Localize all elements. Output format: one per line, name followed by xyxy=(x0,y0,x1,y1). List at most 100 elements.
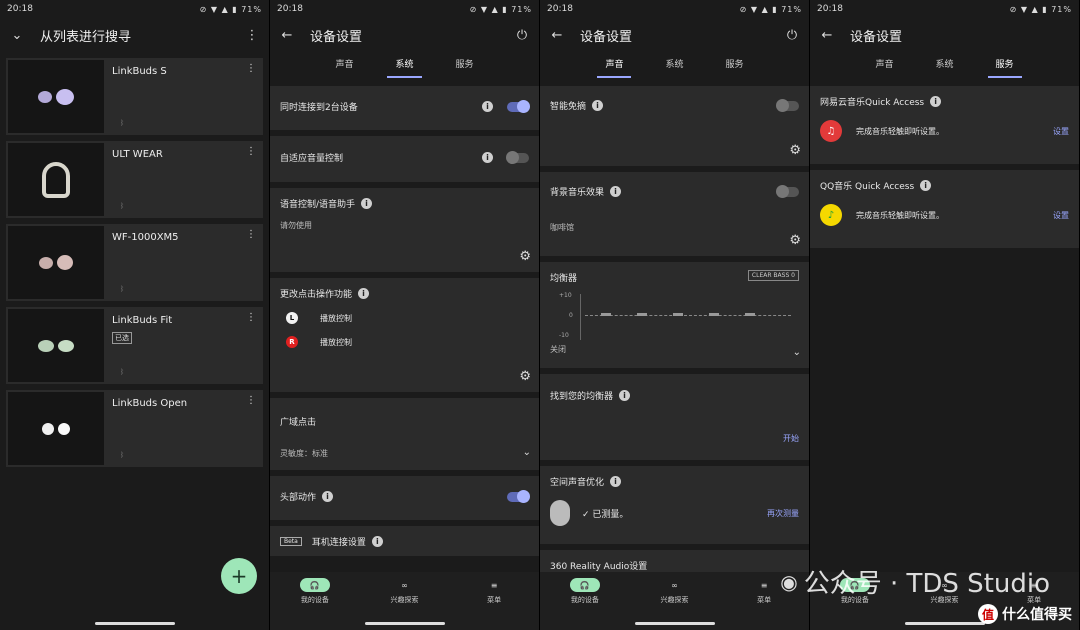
gear-icon[interactable]: ⚙ xyxy=(519,369,531,384)
eq-label-top: +10 xyxy=(559,292,572,299)
bluetooth-icon: ᛒ xyxy=(120,368,125,376)
chevron-down-icon[interactable]: ⌄ xyxy=(793,347,801,358)
tap-function-card[interactable]: 更改点击操作功能 i L 播放控制 R 播放控制 ⚙ xyxy=(270,278,539,392)
system-settings-screen: 20:18 ⊘ ▼ ▲ ▮ 71% ← 设备设置 ⏻ 声音 系统 服务 同时连接… xyxy=(270,0,540,630)
qq-setup-link[interactable]: 设置 xyxy=(1053,210,1069,221)
bluetooth-icon: ᛒ xyxy=(120,119,125,127)
nav-my-devices[interactable]: 🎧 我的设备 xyxy=(555,578,615,630)
dual-connect-toggle[interactable] xyxy=(507,99,530,113)
head-gesture-toggle[interactable] xyxy=(507,489,530,503)
earbud-connection-label: 耳机连接设置 xyxy=(311,538,366,548)
home-indicator[interactable] xyxy=(904,622,985,625)
reality-audio-card[interactable]: 360 Reality Audio设置 xyxy=(540,550,809,572)
tab-service[interactable]: 服务 xyxy=(987,52,1022,78)
tab-sound[interactable]: 声音 xyxy=(867,52,901,78)
info-icon[interactable]: i xyxy=(482,101,493,112)
device-card-wf-1000xm5[interactable]: WF-1000XM5 ᛒ ⋮ xyxy=(6,224,263,301)
chevron-down-icon[interactable]: ⌄ xyxy=(8,26,26,44)
info-icon[interactable]: i xyxy=(371,536,383,547)
netease-music-icon: ♫ xyxy=(820,120,842,142)
back-arrow-icon[interactable]: ← xyxy=(548,26,566,44)
nav-my-devices[interactable]: 🎧 我的设备 xyxy=(285,578,345,630)
add-device-button[interactable]: + xyxy=(221,558,257,594)
tab-system[interactable]: 系统 xyxy=(387,52,422,78)
status-time: 20:18 xyxy=(277,4,303,14)
info-icon[interactable]: i xyxy=(482,152,493,163)
device-list: LinkBuds S ᛒ ⋮ ULT WEAR ᛒ ⋮ WF-1000XM5 ᛒ… xyxy=(0,52,269,467)
gear-icon[interactable]: ⚙ xyxy=(789,233,801,248)
nav-label: 兴趣探索 xyxy=(660,596,689,604)
bgm-effect-card[interactable]: 背景音乐效果 i 咖啡馆 ⚙ xyxy=(540,172,809,256)
more-icon[interactable]: ⋮ xyxy=(246,312,256,323)
beta-badge: Beta xyxy=(280,537,302,546)
equalizer-graph: +10 0 -10 xyxy=(559,292,795,340)
smart-talk-toggle[interactable] xyxy=(776,98,799,112)
home-indicator[interactable] xyxy=(634,622,715,625)
nav-label: 兴趣探索 xyxy=(390,596,419,604)
tab-system[interactable]: 系统 xyxy=(927,52,961,78)
status-icons: ⊘ ▼ ▲ ▮ 71% xyxy=(739,4,802,14)
nav-label: 我的设备 xyxy=(570,596,599,604)
device-image xyxy=(8,309,104,382)
info-icon[interactable]: i xyxy=(358,288,370,299)
tab-service[interactable]: 服务 xyxy=(718,52,752,78)
more-icon[interactable]: ⋮ xyxy=(243,26,261,44)
netease-setup-link[interactable]: 设置 xyxy=(1053,126,1069,137)
qq-label: QQ音乐 Quick Access xyxy=(820,182,915,192)
device-list-screen: 20:18 ⊘ ▼ ▲ ▮ 71% ⌄ 从列表进行搜寻 ⋮ LinkBuds S… xyxy=(0,0,270,630)
info-icon[interactable]: i xyxy=(322,491,334,502)
device-image xyxy=(8,226,104,299)
smart-talk-card[interactable]: 智能免摘 i ⚙ xyxy=(540,86,809,166)
device-card-ult-wear[interactable]: ULT WEAR ᛒ ⋮ xyxy=(6,141,263,218)
device-image xyxy=(8,143,104,216)
wide-tap-card[interactable]: 广域点击 灵敏度：标准 ⌄ xyxy=(270,398,539,470)
power-icon[interactable]: ⏻ xyxy=(513,26,531,44)
chevron-down-icon[interactable]: ⌄ xyxy=(523,447,531,458)
voice-control-value: 请勿使用 xyxy=(280,221,312,230)
adaptive-volume-card: 自适应音量控制 i xyxy=(270,136,539,182)
spatial-sound-label: 空间声音优化 xyxy=(550,478,605,488)
device-card-linkbuds-fit[interactable]: LinkBuds Fit 已选 ᛒ ⋮ xyxy=(6,307,263,384)
gear-icon[interactable]: ⚙ xyxy=(789,143,801,158)
back-arrow-icon[interactable]: ← xyxy=(818,26,836,44)
gear-icon[interactable]: ⚙ xyxy=(519,249,531,264)
info-icon[interactable]: i xyxy=(930,96,942,107)
home-indicator[interactable] xyxy=(94,622,175,625)
more-icon[interactable]: ⋮ xyxy=(246,146,256,157)
selected-badge: 已选 xyxy=(112,332,132,344)
remeasure-link[interactable]: 再次测量 xyxy=(767,508,799,519)
status-time: 20:18 xyxy=(817,4,843,14)
nav-menu[interactable]: ≡ 菜单 xyxy=(464,578,524,630)
discover-icon: ∞ xyxy=(671,580,678,590)
equalizer-card[interactable]: 均衡器 CLEAR BASS 0 +10 0 -10 关闭 ⌄ xyxy=(540,262,809,368)
more-icon[interactable]: ⋮ xyxy=(246,229,256,240)
top-bar: ← 设备设置 ⏻ xyxy=(270,18,539,52)
voice-control-card[interactable]: 语音控制/语音助手 i 请勿使用 ⚙ xyxy=(270,188,539,272)
info-icon[interactable]: i xyxy=(610,476,622,487)
home-indicator[interactable] xyxy=(364,622,445,625)
wechat-icon: ◉ xyxy=(780,569,798,594)
more-icon[interactable]: ⋮ xyxy=(246,395,256,406)
more-icon[interactable]: ⋮ xyxy=(246,63,256,74)
settings-list: 智能免摘 i ⚙ 背景音乐效果 i 咖啡馆 ⚙ 均衡器 CLEAR BASS 0… xyxy=(540,86,809,572)
bluetooth-icon: ᛒ xyxy=(120,285,125,293)
adaptive-volume-toggle[interactable] xyxy=(506,150,529,164)
back-arrow-icon[interactable]: ← xyxy=(278,26,296,44)
tab-sound[interactable]: 声音 xyxy=(327,52,361,78)
start-link[interactable]: 开始 xyxy=(783,433,799,444)
earbud-connection-card[interactable]: Beta 耳机连接设置 i xyxy=(270,526,539,556)
equalizer-state: 关闭 xyxy=(550,345,566,354)
info-icon[interactable]: i xyxy=(361,198,373,209)
info-icon[interactable]: i xyxy=(920,180,932,191)
bgm-effect-toggle[interactable] xyxy=(776,184,799,198)
device-card-linkbuds-s[interactable]: LinkBuds S ᛒ ⋮ xyxy=(6,58,263,135)
info-icon[interactable]: i xyxy=(592,100,604,111)
info-icon[interactable]: i xyxy=(610,186,622,197)
device-card-linkbuds-open[interactable]: LinkBuds Open ᛒ ⋮ xyxy=(6,390,263,467)
power-icon[interactable]: ⏻ xyxy=(783,26,801,44)
spatial-sound-card: 空间声音优化 i ✓ 已测量。 再次测量 xyxy=(540,466,809,544)
tab-system[interactable]: 系统 xyxy=(657,52,691,78)
info-icon[interactable]: i xyxy=(619,390,631,401)
tab-sound[interactable]: 声音 xyxy=(597,52,632,78)
tab-service[interactable]: 服务 xyxy=(448,52,482,78)
